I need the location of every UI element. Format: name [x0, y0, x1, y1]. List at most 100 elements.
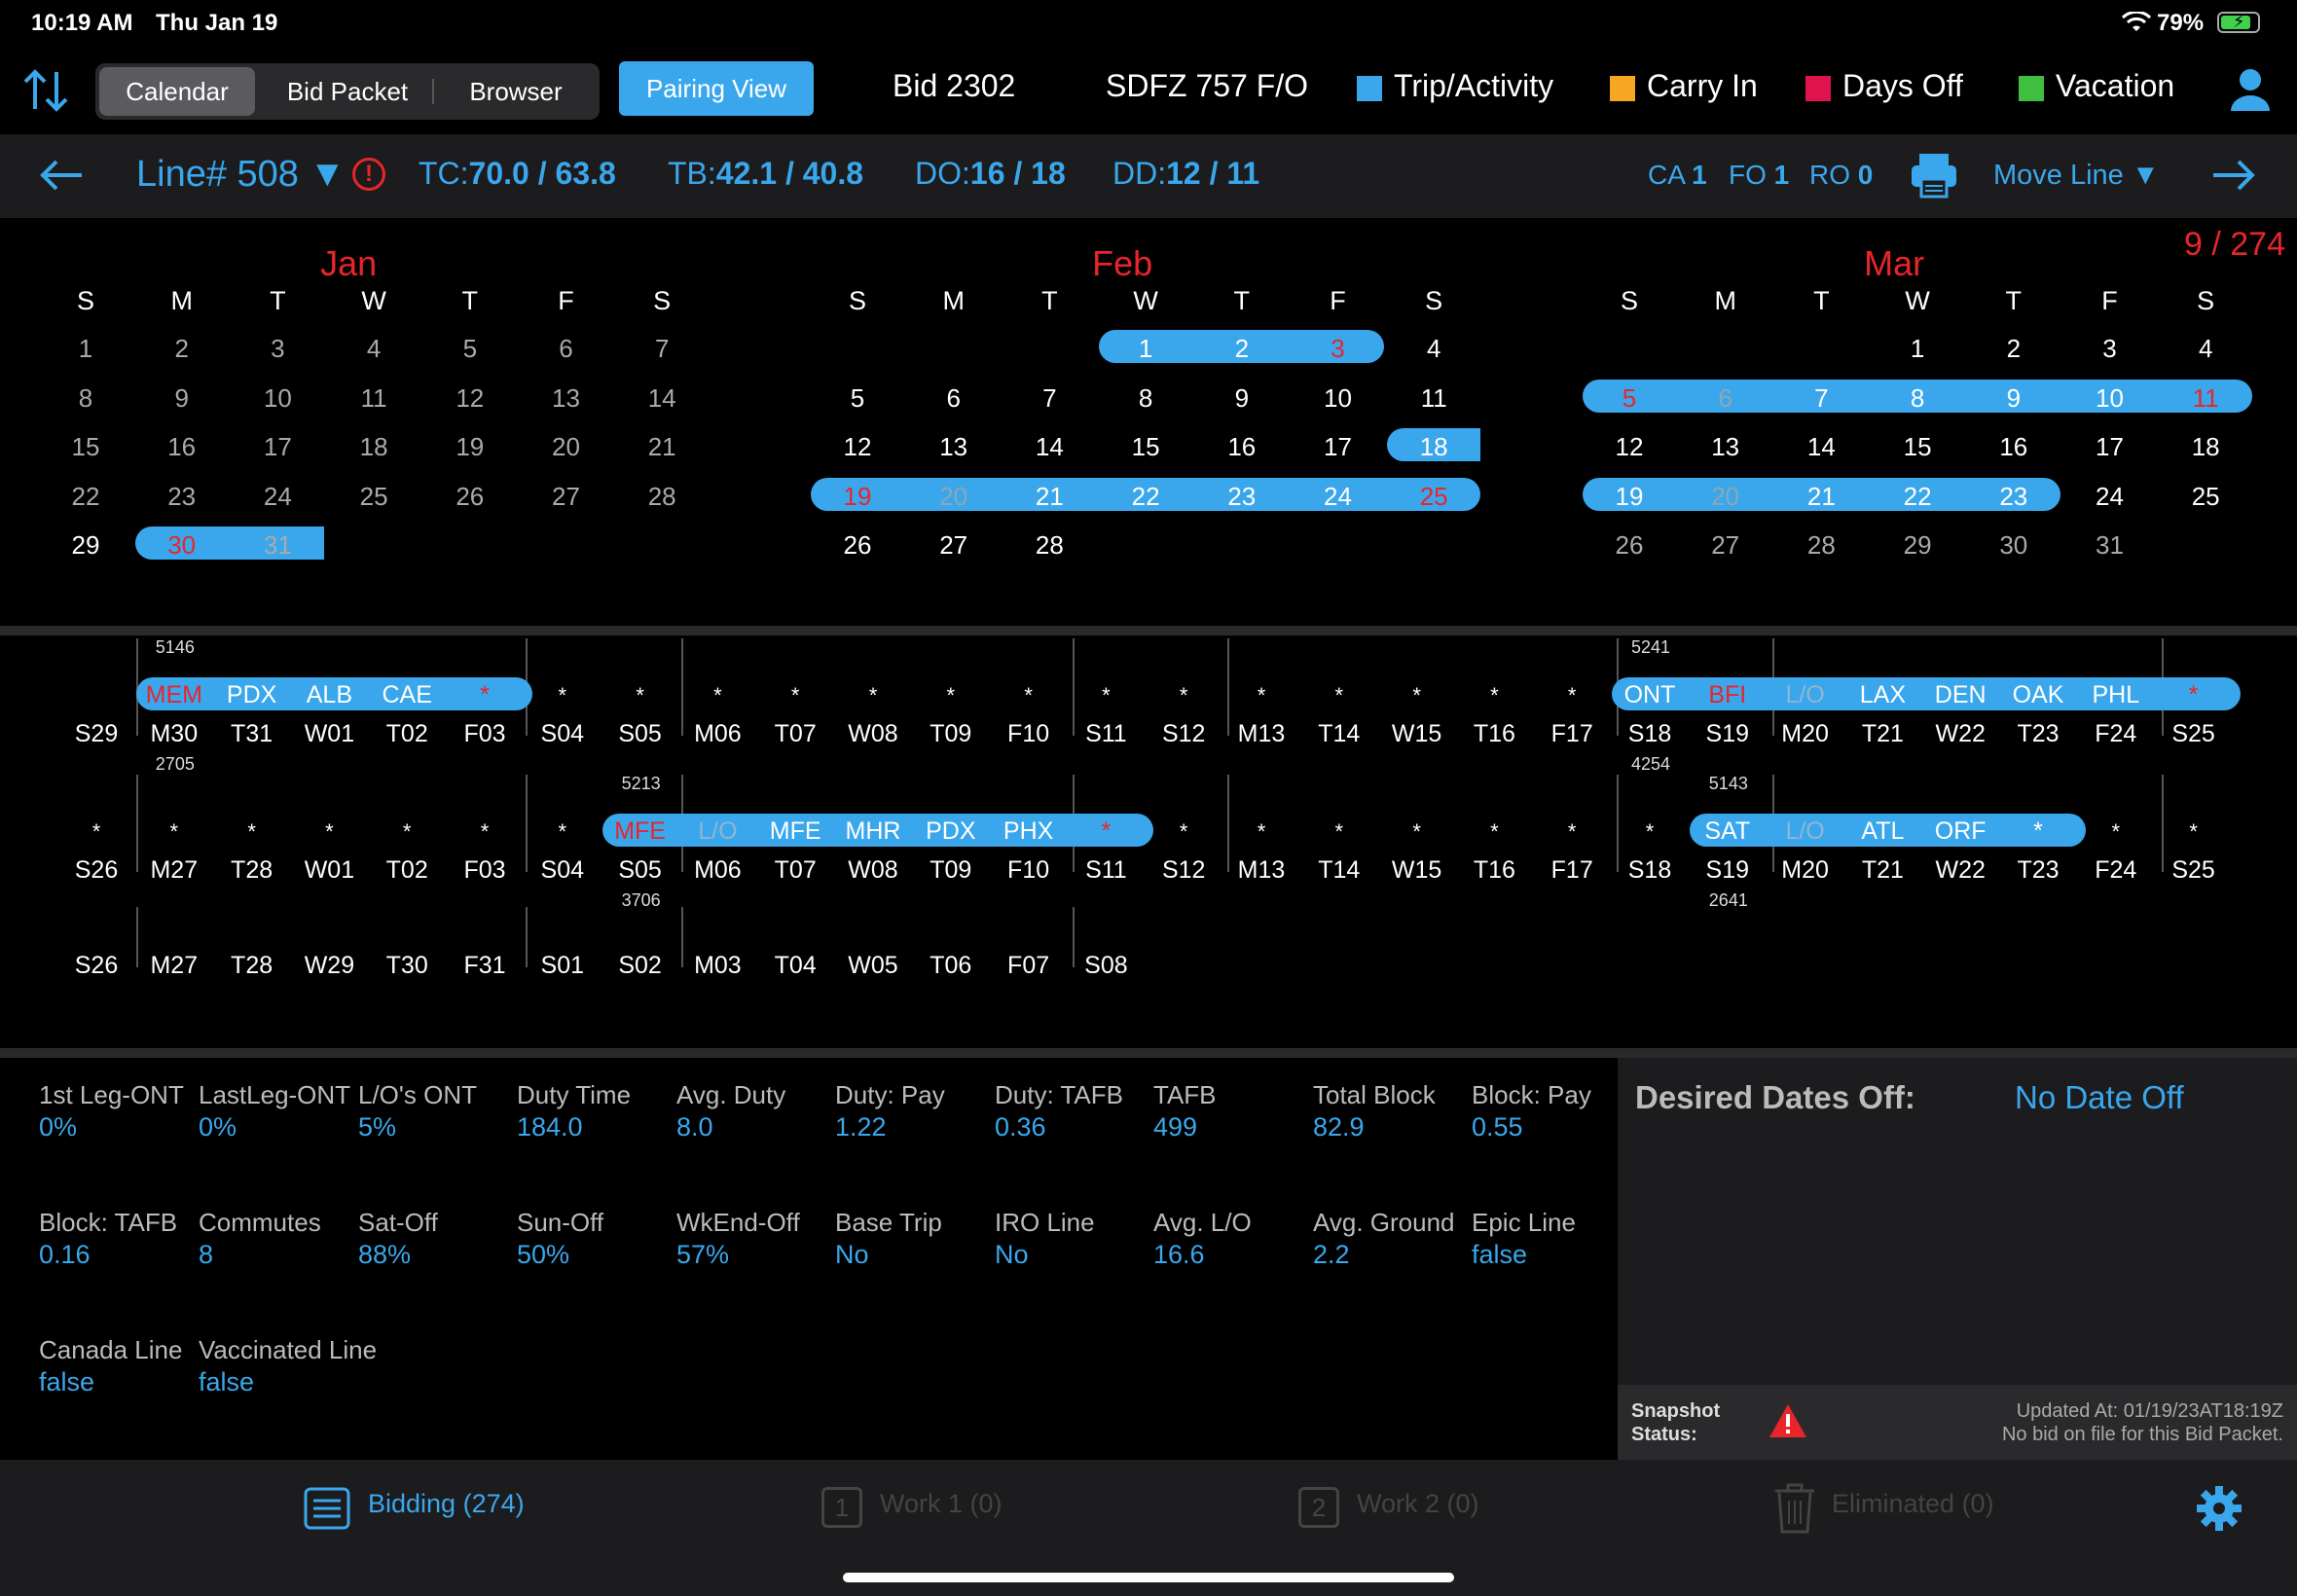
calendar-day[interactable]: 21	[1792, 479, 1850, 514]
calendar-day[interactable]: 27	[1696, 527, 1755, 562]
next-line-arrow-icon[interactable]	[2211, 158, 2256, 193]
calendar-day[interactable]: 20	[925, 479, 983, 514]
printer-icon[interactable]	[1910, 152, 1958, 199]
calendar-day[interactable]: 20	[537, 429, 596, 464]
calendar-day[interactable]: 19	[828, 479, 887, 514]
pairing-view-button[interactable]: Pairing View	[619, 61, 814, 116]
calendar-day[interactable]: 23	[1213, 479, 1271, 514]
pairing-city-code[interactable]: DEN	[1921, 681, 1999, 709]
sort-arrows-icon[interactable]	[21, 68, 70, 113]
calendar-day[interactable]: 31	[248, 527, 307, 562]
pairing-city-code[interactable]: OAK	[1999, 681, 2077, 709]
pairing-city-code[interactable]: ATL	[1843, 817, 1921, 846]
calendar-day[interactable]: 5	[828, 381, 887, 416]
line-number-dropdown[interactable]: Line# 508 ▼	[136, 154, 346, 196]
calendar-day[interactable]: 14	[633, 381, 691, 416]
pairing-number[interactable]: 5213	[622, 774, 661, 794]
pairing-city-code[interactable]: ALB	[290, 681, 368, 709]
calendar-day[interactable]: 25	[1404, 479, 1463, 514]
calendar-day[interactable]: 16	[1985, 429, 2043, 464]
calendar-day[interactable]: 10	[248, 381, 307, 416]
tab-eliminated[interactable]: Eliminated (0)	[1773, 1460, 2026, 1557]
pairing-number[interactable]: 5146	[156, 637, 195, 658]
calendar-day[interactable]: 9	[1985, 381, 2043, 416]
calendar-day[interactable]: 29	[1888, 527, 1947, 562]
calendar-day[interactable]: 4	[2176, 331, 2235, 366]
calendar-day[interactable]: 17	[2081, 429, 2139, 464]
calendar-day[interactable]: 24	[248, 479, 307, 514]
pairing-city-code[interactable]: MHR	[834, 817, 912, 846]
move-line-dropdown[interactable]: Move Line ▼	[1993, 160, 2160, 192]
calendar-day[interactable]: 13	[925, 429, 983, 464]
calendar-day[interactable]: 2	[153, 331, 211, 366]
calendar-day[interactable]: 14	[1020, 429, 1078, 464]
pairing-city-code[interactable]: SAT	[1689, 817, 1767, 846]
calendar-day[interactable]: 4	[345, 331, 403, 366]
segment-bid-packet[interactable]: Bid Packet	[261, 67, 434, 116]
calendar-day[interactable]: 7	[1792, 381, 1850, 416]
pairing-city-code[interactable]: L/O	[1767, 681, 1844, 709]
calendar-day[interactable]: 7	[1020, 381, 1078, 416]
calendar-day[interactable]: 10	[2081, 381, 2139, 416]
tab-work-2[interactable]: 2 Work 2 (0)	[1298, 1460, 1513, 1557]
calendar-day[interactable]: 15	[1888, 429, 1947, 464]
calendar-day[interactable]: 30	[1985, 527, 2043, 562]
calendar-day[interactable]: 23	[153, 479, 211, 514]
calendar-day[interactable]: 20	[1696, 479, 1755, 514]
calendar-day[interactable]: 16	[1213, 429, 1271, 464]
calendar-day[interactable]: 22	[1116, 479, 1175, 514]
calendar-day[interactable]: 7	[633, 331, 691, 366]
user-profile-icon[interactable]	[2229, 66, 2272, 113]
calendar-day[interactable]: 18	[1404, 429, 1463, 464]
calendar-day[interactable]: 17	[1309, 429, 1367, 464]
calendar-day[interactable]: 5	[1600, 381, 1659, 416]
pairing-city-code[interactable]: BFI	[1689, 681, 1767, 709]
calendar-day[interactable]: 21	[633, 429, 691, 464]
calendar-day[interactable]: 28	[1792, 527, 1850, 562]
calendar-day[interactable]: 25	[2176, 479, 2235, 514]
calendar-day[interactable]: 25	[345, 479, 403, 514]
tab-bidding[interactable]: Bidding (274)	[304, 1460, 557, 1557]
calendar-day[interactable]: 22	[1888, 479, 1947, 514]
calendar-day[interactable]: 8	[1116, 381, 1175, 416]
calendar-day[interactable]: 8	[1888, 381, 1947, 416]
calendar-day[interactable]: 9	[1213, 381, 1271, 416]
previous-line-arrow-icon[interactable]	[39, 158, 84, 193]
calendar-day[interactable]: 6	[925, 381, 983, 416]
calendar-day[interactable]: 19	[1600, 479, 1659, 514]
pairing-city-code[interactable]: MFE	[756, 817, 834, 846]
warning-triangle-icon[interactable]	[1768, 1402, 1808, 1439]
pairing-city-code[interactable]: *	[1067, 817, 1145, 846]
calendar-day[interactable]: 18	[2176, 429, 2235, 464]
calendar-day[interactable]: 6	[537, 331, 596, 366]
pairing-city-code[interactable]: L/O	[678, 817, 756, 846]
pairing-city-code[interactable]: ONT	[1611, 681, 1689, 709]
pairing-number[interactable]: 5241	[1631, 637, 1670, 658]
pairing-city-code[interactable]: *	[1999, 817, 2077, 846]
pairing-city-code[interactable]: PHX	[990, 817, 1068, 846]
pairing-city-code[interactable]: *	[446, 681, 524, 709]
segment-calendar[interactable]: Calendar	[99, 67, 255, 116]
calendar-day[interactable]: 26	[441, 479, 499, 514]
calendar-day[interactable]: 15	[56, 429, 115, 464]
calendar-day[interactable]: 5	[441, 331, 499, 366]
calendar-day[interactable]: 10	[1309, 381, 1367, 416]
calendar-day[interactable]: 28	[633, 479, 691, 514]
calendar-day[interactable]: 22	[56, 479, 115, 514]
calendar-day[interactable]: 1	[1116, 331, 1175, 366]
calendar-day[interactable]: 16	[153, 429, 211, 464]
calendar-day[interactable]: 23	[1985, 479, 2043, 514]
calendar-day[interactable]: 13	[1696, 429, 1755, 464]
calendar-day[interactable]: 6	[1696, 381, 1755, 416]
calendar-day[interactable]: 12	[828, 429, 887, 464]
pairing-number[interactable]: 5143	[1709, 774, 1748, 794]
pairing-city-code[interactable]: *	[2155, 681, 2233, 709]
calendar-day[interactable]: 14	[1792, 429, 1850, 464]
calendar-day[interactable]: 13	[537, 381, 596, 416]
calendar-day[interactable]: 1	[1888, 331, 1947, 366]
calendar-day[interactable]: 9	[153, 381, 211, 416]
calendar-day[interactable]: 11	[2176, 381, 2235, 416]
calendar-day[interactable]: 11	[1404, 381, 1463, 416]
calendar-day[interactable]: 12	[441, 381, 499, 416]
calendar-day[interactable]: 3	[248, 331, 307, 366]
